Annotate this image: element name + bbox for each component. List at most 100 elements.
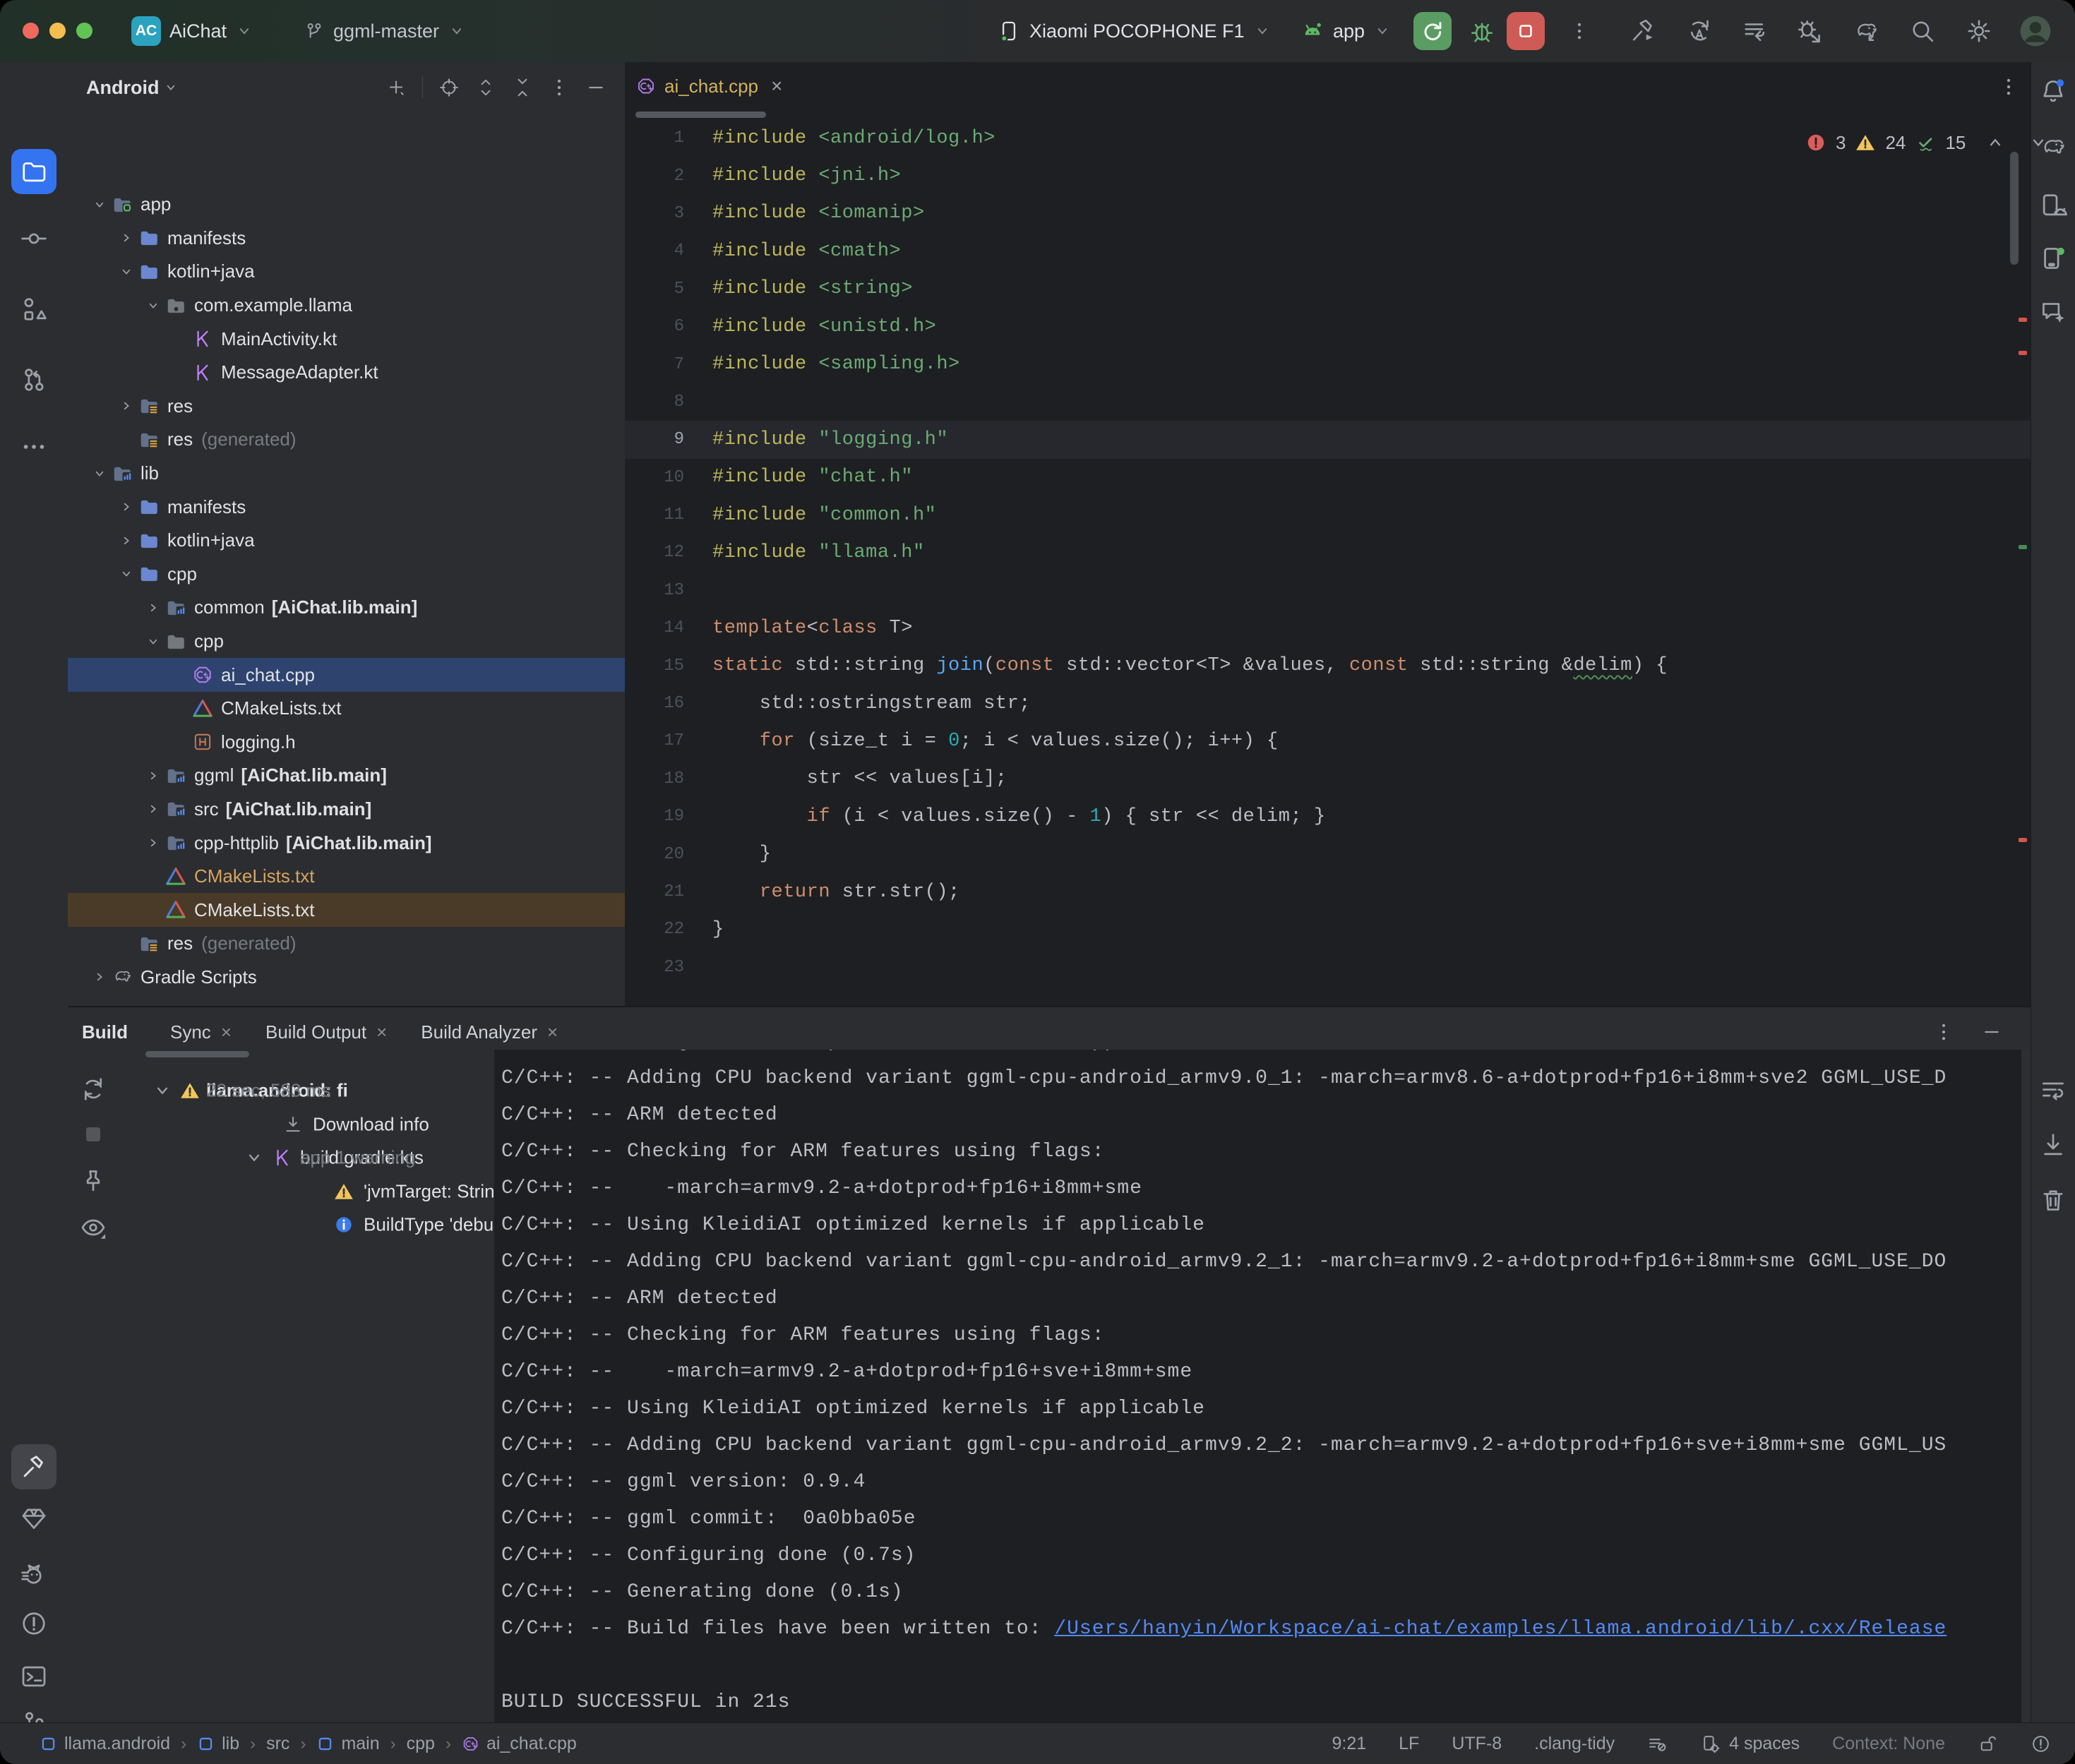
code-line-3[interactable]: 3#include <iomanip> bbox=[625, 195, 2031, 232]
chevron-down-icon[interactable] bbox=[141, 631, 165, 652]
notifications-button[interactable] bbox=[2039, 77, 2067, 105]
tree-row-res[interactable]: res(generated) bbox=[68, 423, 625, 457]
code-line-21[interactable]: 21 return str.str(); bbox=[625, 873, 2031, 911]
tree-row-res[interactable]: res(generated) bbox=[68, 927, 625, 961]
error-stripe-mark[interactable] bbox=[2019, 318, 2027, 322]
chevron-down-icon[interactable] bbox=[152, 1080, 173, 1101]
code-line-23[interactable]: 23 bbox=[625, 949, 2031, 986]
chevron-down-icon[interactable] bbox=[88, 194, 112, 215]
tree-row-ggml[interactable]: ggml[AiChat.lib.main] bbox=[68, 759, 625, 793]
code-line-10[interactable]: 10#include "chat.h" bbox=[625, 459, 2031, 496]
close-tab-icon[interactable]: × bbox=[376, 1021, 387, 1043]
tab-build-analyzer[interactable]: Build Analyzer × bbox=[421, 1021, 558, 1043]
add-button[interactable] bbox=[385, 77, 407, 98]
editor-tab-ai-chat[interactable]: ai_chat.cpp × bbox=[636, 75, 782, 97]
collapse-all-button[interactable] bbox=[512, 77, 533, 98]
expand-all-button[interactable] bbox=[475, 77, 496, 98]
pull-requests-tool-button[interactable] bbox=[20, 366, 48, 394]
vcs-branch-selector[interactable]: ggml-master bbox=[304, 0, 466, 62]
project-view-selector[interactable]: Android bbox=[86, 77, 179, 99]
logcat-tool-button[interactable] bbox=[20, 1560, 48, 1588]
user-avatar[interactable] bbox=[2019, 15, 2052, 47]
caret-position-widget[interactable]: 9:21 bbox=[1332, 1734, 1366, 1754]
project-selector[interactable]: AC AiChat bbox=[131, 0, 253, 62]
build-tool-button[interactable] bbox=[11, 1444, 56, 1489]
sync-tree-row[interactable]: 'jvmTarget: String' is deprec bbox=[68, 1175, 491, 1208]
panel-options-button[interactable] bbox=[549, 77, 570, 98]
sync-tree-row[interactable]: build.gradle.kts app 1 warning bbox=[68, 1141, 491, 1175]
tree-row-gradle-scripts[interactable]: Gradle Scripts bbox=[68, 961, 625, 995]
code-line-8[interactable]: 8 bbox=[625, 383, 2031, 421]
tree-row-cmakelists-txt[interactable]: CMakeLists.txt bbox=[68, 893, 625, 927]
tree-row-app[interactable]: app bbox=[68, 188, 625, 222]
code-line-14[interactable]: 14template<class T> bbox=[625, 609, 2031, 647]
tree-row-src[interactable]: src[AiChat.lib.main] bbox=[68, 793, 625, 827]
code-line-16[interactable]: 16 std::ostringstream str; bbox=[625, 685, 2031, 722]
chevron-down-icon[interactable] bbox=[88, 463, 112, 484]
running-devices-button[interactable] bbox=[2039, 244, 2067, 272]
hide-panel-button[interactable] bbox=[585, 77, 606, 98]
chevron-right-icon[interactable] bbox=[114, 395, 138, 416]
chevron-right-icon[interactable] bbox=[141, 597, 165, 618]
code-line-9[interactable]: 9#include "logging.h" bbox=[625, 421, 2031, 458]
lock-icon[interactable] bbox=[1978, 1734, 1998, 1754]
context-widget[interactable]: Context: None bbox=[1832, 1734, 1945, 1754]
build-console[interactable]: C/C++: -- Using KleidiAI optimized kerne… bbox=[494, 1050, 2031, 1722]
tree-row-manifests[interactable]: manifests bbox=[68, 490, 625, 524]
sync-tree-row[interactable]: Download info bbox=[68, 1108, 491, 1141]
tab-build-output[interactable]: Build Output × bbox=[265, 1021, 387, 1043]
tree-row-cpp[interactable]: cpp bbox=[68, 558, 625, 592]
tree-row-common[interactable]: common[AiChat.lib.main] bbox=[68, 591, 625, 625]
tree-row-res[interactable]: res bbox=[68, 390, 625, 424]
chevron-down-icon[interactable] bbox=[114, 261, 138, 282]
sync-tree-row[interactable]: llama.android: fi 22 sec, 583 ms bbox=[68, 1074, 491, 1108]
breadcrumb-ai-chat-cpp[interactable]: ai_chat.cpp bbox=[462, 1734, 577, 1754]
code-line-6[interactable]: 6#include <unistd.h> bbox=[625, 308, 2031, 345]
encoding-widget[interactable]: UTF-8 bbox=[1452, 1734, 1502, 1754]
editor-options-button[interactable] bbox=[1998, 76, 2019, 97]
select-opened-file-button[interactable] bbox=[438, 77, 460, 98]
tree-row-logging-h[interactable]: logging.h bbox=[68, 726, 625, 760]
project-tool-button[interactable] bbox=[11, 149, 56, 194]
hide-build-panel-button[interactable] bbox=[1981, 1021, 2002, 1043]
tree-row-lib[interactable]: lib bbox=[68, 457, 625, 491]
code-line-22[interactable]: 22} bbox=[625, 911, 2031, 948]
tree-row-ai-chat-cpp[interactable]: ai_chat.cpp bbox=[68, 658, 625, 692]
code-analysis-icon[interactable] bbox=[1647, 1734, 1668, 1754]
code-line-19[interactable]: 19 if (i < values.size() - 1) { str << d… bbox=[625, 798, 2031, 835]
stop-button[interactable] bbox=[1507, 12, 1545, 50]
chevron-down-icon[interactable] bbox=[141, 295, 165, 316]
gemini-chat-button[interactable] bbox=[2039, 298, 2067, 326]
tree-row-mainactivity-kt[interactable]: MainActivity.kt bbox=[68, 322, 625, 356]
vcs-stripe-mark[interactable] bbox=[2019, 545, 2027, 549]
next-problem-button[interactable] bbox=[2028, 132, 2049, 153]
line-separator-widget[interactable]: LF bbox=[1399, 1734, 1419, 1754]
recent-actions-button[interactable] bbox=[1741, 18, 1768, 44]
code-line-2[interactable]: 2#include <jni.h> bbox=[625, 157, 2031, 194]
chevron-right-icon[interactable] bbox=[141, 832, 165, 853]
zoom-window-button[interactable] bbox=[76, 23, 92, 39]
close-window-button[interactable] bbox=[23, 23, 39, 39]
code-line-7[interactable]: 7#include <sampling.h> bbox=[625, 345, 2031, 383]
clear-console-button[interactable] bbox=[2039, 1186, 2067, 1214]
scroll-to-end-button[interactable] bbox=[2039, 1131, 2067, 1159]
app-quality-insights-button[interactable] bbox=[20, 1504, 48, 1532]
breadcrumb-lib[interactable]: lib bbox=[197, 1734, 239, 1754]
event-log-icon[interactable] bbox=[2031, 1734, 2051, 1754]
debug-button[interactable] bbox=[1469, 18, 1495, 44]
profiler-button[interactable] bbox=[1796, 18, 1823, 44]
chevron-down-icon[interactable] bbox=[244, 1147, 265, 1168]
tree-row-manifests[interactable]: manifests bbox=[68, 222, 625, 256]
code-line-13[interactable]: 13 bbox=[625, 572, 2031, 609]
code-line-11[interactable]: 11#include "common.h" bbox=[625, 496, 2031, 534]
error-stripe-mark[interactable] bbox=[2019, 351, 2027, 355]
tree-row-messageadapter-kt[interactable]: MessageAdapter.kt bbox=[68, 356, 625, 390]
code-line-5[interactable]: 5#include <string> bbox=[625, 270, 2031, 308]
code-line-1[interactable]: 1#include <android/log.h> bbox=[625, 119, 2031, 157]
code-area[interactable]: 1#include <android/log.h>2#include <jni.… bbox=[625, 119, 2031, 986]
rerun-button[interactable] bbox=[1413, 12, 1452, 50]
close-tab-icon[interactable]: × bbox=[547, 1021, 558, 1043]
build-panel-options-button[interactable] bbox=[1933, 1021, 1954, 1043]
soft-wrap-button[interactable] bbox=[2039, 1076, 2067, 1105]
more-run-options-button[interactable] bbox=[1569, 20, 1590, 42]
